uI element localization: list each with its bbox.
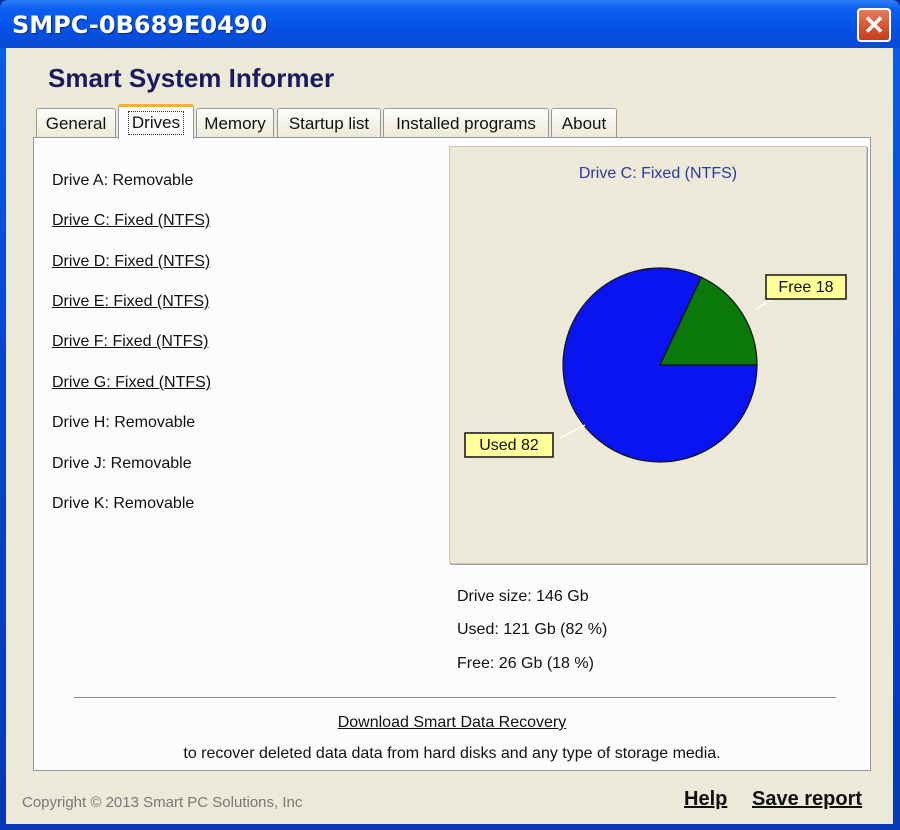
tab-startup-list[interactable]: Startup list (277, 108, 381, 138)
drive-item-f[interactable]: Drive F: Fixed (NTFS) (52, 333, 208, 351)
tab-label: Memory (204, 113, 266, 133)
tab-label: Installed programs (396, 113, 536, 133)
used-space: Used: 121 Gb (82 %) (457, 621, 608, 638)
tab-about[interactable]: About (551, 108, 617, 138)
drive-item-k: Drive K: Removable (52, 495, 195, 512)
tab-label: Drives (127, 111, 185, 135)
tab-label: About (561, 113, 607, 133)
leader-line-used (559, 424, 586, 439)
tab-memory[interactable]: Memory (196, 108, 274, 138)
tab-label: Startup list (288, 113, 370, 133)
save-report-link[interactable]: Save report (752, 788, 862, 811)
drive-item-j: Drive J: Removable (52, 455, 192, 472)
tab-label: General (45, 113, 107, 133)
pie-chart: Free 18 Used 82 (464, 267, 847, 463)
title-bar[interactable]: SMPC-0B689E0490 ✕ (0, 0, 900, 48)
app-title: Smart System Informer (48, 63, 335, 93)
drive-item-h: Drive H: Removable (52, 414, 196, 431)
window-title: SMPC-0B689E0490 (12, 11, 268, 39)
client-area: Smart System Informer General Drives Mem… (6, 48, 893, 824)
free-space: Free: 26 Gb (18 %) (457, 655, 594, 672)
tab-drives[interactable]: Drives (118, 104, 194, 139)
close-icon: ✕ (863, 10, 885, 40)
drive-item-e[interactable]: Drive E: Fixed (NTFS) (52, 293, 209, 311)
tab-installed-programs[interactable]: Installed programs (383, 108, 549, 138)
copyright: Copyright © 2013 Smart PC Solutions, Inc (22, 794, 303, 811)
drive-size: Drive size: 146 Gb (457, 588, 589, 605)
data-label-free: Free 18 (778, 279, 833, 296)
data-label-used: Used 82 (479, 437, 539, 454)
help-link[interactable]: Help (684, 788, 727, 811)
app-window: SMPC-0B689E0490 ✕ Smart System Informer … (0, 0, 900, 830)
drive-item-g[interactable]: Drive G: Fixed (NTFS) (52, 374, 211, 392)
download-recovery-link[interactable]: Download Smart Data Recovery (34, 714, 870, 732)
leader-line-free (755, 298, 773, 310)
pie-chart-box: Drive C: Fixed (NTFS) Free 18 Used 82 (449, 146, 867, 564)
download-description: to recover deleted data data from hard d… (183, 745, 721, 762)
divider (74, 697, 836, 699)
drive-item-a: Drive A: Removable (52, 172, 194, 189)
drive-item-c[interactable]: Drive C: Fixed (NTFS) (52, 212, 210, 230)
close-button[interactable]: ✕ (857, 8, 891, 42)
drive-item-d[interactable]: Drive D: Fixed (NTFS) (52, 253, 210, 271)
drives-panel: Drive A: Removable Drive C: Fixed (NTFS)… (33, 137, 871, 771)
tab-general[interactable]: General (36, 108, 116, 138)
